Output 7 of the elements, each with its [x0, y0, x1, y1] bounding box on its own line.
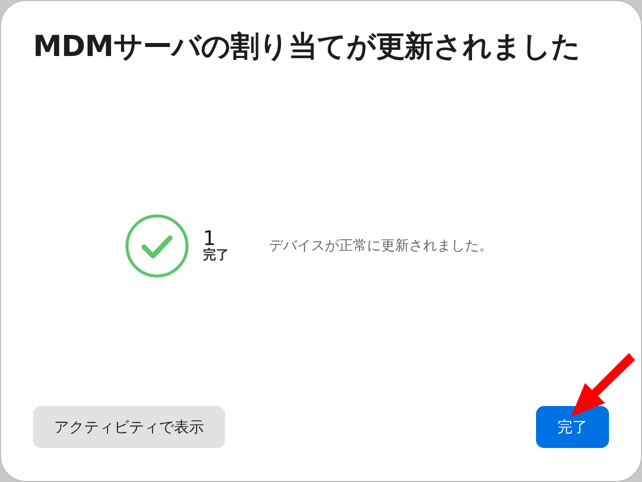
view-activity-button[interactable]: アクティビティで表示 [33, 406, 225, 448]
checkmark-icon [125, 214, 189, 278]
done-button[interactable]: 完了 [536, 406, 609, 448]
dialog-title: MDMサーバの割り当てが更新されました [33, 31, 582, 61]
result-message: デバイスが正常に更新されました。 [269, 236, 493, 254]
count-label: 完了 [203, 248, 230, 264]
count-value: 1 [203, 228, 216, 248]
